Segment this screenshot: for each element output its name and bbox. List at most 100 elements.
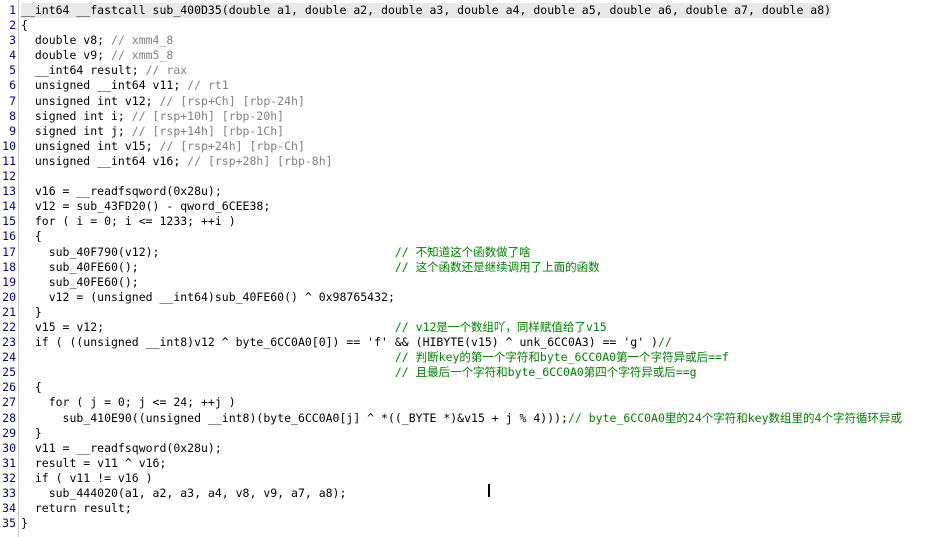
code-line[interactable]: 18 sub_40FE60(); // 这个函数还是继续调用了上面的函数 (0, 260, 942, 275)
line-number: 5 (9, 63, 16, 78)
code-comment: // 这个函数还是继续调用了上面的函数 (394, 259, 600, 274)
code-line[interactable]: 10 unsigned int v15; // [rsp+24h] [rbp-C… (0, 139, 942, 154)
code-comment: // rt1 (187, 78, 229, 93)
line-number: 12 (2, 169, 16, 184)
code-text[interactable]: sub_40FE60(); // 这个函数还是继续调用了上面的函数 (21, 260, 600, 275)
line-number: 7 (9, 93, 16, 108)
code-text[interactable]: return result; (21, 501, 132, 516)
code-text[interactable]: // 判断key的第一个字符和byte_6CC0A0第一个字符异或后==f (21, 350, 729, 365)
line-number: 13 (2, 184, 16, 199)
code-line[interactable]: 30 v11 = __readfsqword(0x28u); (0, 441, 942, 456)
code-text[interactable]: unsigned __int64 v11; // rt1 (21, 78, 229, 93)
code-line[interactable]: 13 v16 = __readfsqword(0x28u); (0, 184, 942, 199)
code-text[interactable]: v12 = sub_43FD20() - qword_6CEE38; (21, 199, 270, 214)
line-number: 11 (2, 153, 16, 168)
pseudocode-view[interactable]: 1 __int64 __fastcall sub_400D35(double a1… (0, 0, 942, 537)
code-line[interactable]: 3 double v8; // xmm4_8 (0, 33, 942, 48)
code-text[interactable]: signed int j; // [rsp+14h] [rbp-1Ch] (21, 124, 284, 139)
code-line[interactable]: 11 unsigned __int64 v16; // [rsp+28h] [r… (0, 154, 942, 169)
code-line[interactable]: 23 if ( ((unsigned __int8)v12 ^ byte_6CC… (0, 335, 942, 350)
code-line[interactable]: 12 (0, 169, 942, 184)
code-text[interactable]: v15 = v12; // v12是一个数组吖，同样赋值给了v15 (21, 320, 607, 335)
code-text[interactable]: for ( i = 0; i <= 1233; ++i ) (21, 214, 236, 229)
code-line[interactable]: 4 double v9; // xmm5_8 (0, 48, 942, 63)
line-number: 32 (2, 470, 16, 485)
line-number: 29 (2, 425, 16, 440)
line-number: 8 (9, 108, 16, 123)
code-line[interactable]: 20 v12 = (unsigned __int64)sub_40FE60() … (0, 290, 942, 305)
code-line[interactable]: 34 return result; (0, 501, 942, 516)
code-line[interactable]: 26 { (0, 380, 942, 395)
code-line[interactable]: 33 sub_444020(a1, a2, a3, a4, v8, v9, a7… (0, 486, 942, 501)
code-line[interactable]: 24 // 判断key的第一个字符和byte_6CC0A0第一个字符异或后==f (0, 350, 942, 365)
code-line[interactable]: 2{ (0, 18, 942, 33)
line-number: 10 (2, 138, 16, 153)
code-text[interactable]: if ( ((unsigned __int8)v12 ^ byte_6CC0A0… (21, 335, 672, 350)
code-text[interactable]: sub_40FE60(); (21, 275, 139, 290)
code-line[interactable]: 27 for ( j = 0; j <= 24; ++j ) (0, 395, 942, 410)
code-line[interactable]: 8 signed int i; // [rsp+10h] [rbp-20h] (0, 109, 942, 124)
code-text[interactable]: { (21, 229, 42, 244)
line-number: 35 (2, 516, 16, 531)
code-text[interactable]: for ( j = 0; j <= 24; ++j ) (21, 395, 236, 410)
code-text[interactable]: double v9; // xmm5_8 (21, 48, 173, 63)
code-comment: // (657, 335, 672, 350)
code-text[interactable]: sub_410E90((unsigned __int8)(byte_6CC0A0… (21, 411, 902, 426)
code-text[interactable]: { (21, 18, 28, 33)
code-text[interactable]: v12 = (unsigned __int64)sub_40FE60() ^ 0… (21, 290, 395, 305)
code-text[interactable]: } (21, 305, 42, 320)
code-comment: // xmm5_8 (111, 48, 174, 63)
code-text[interactable]: } (21, 426, 42, 441)
code-text[interactable]: unsigned __int64 v16; // [rsp+28h] [rbp-… (21, 154, 333, 169)
line-number: 31 (2, 455, 16, 470)
line-number: 9 (9, 123, 16, 138)
code-comment: // 且最后一个字符和byte_6CC0A0第四个字符异或后==g (394, 365, 697, 380)
line-number: 30 (2, 440, 16, 455)
code-line[interactable]: 28 sub_410E90((unsigned __int8)(byte_6CC… (0, 411, 942, 426)
code-line[interactable]: 1 __int64 __fastcall sub_400D35(double a1… (0, 3, 942, 19)
code-text[interactable]: __int64 result; // rax (21, 63, 187, 78)
code-line[interactable]: 22 v15 = v12; // v12是一个数组吖，同样赋值给了v15 (0, 320, 942, 335)
line-number: 18 (2, 259, 16, 274)
code-line[interactable]: 7 unsigned int v12; // [rsp+Ch] [rbp-24h… (0, 94, 942, 109)
code-line[interactable]: 31 result = v11 ^ v16; (0, 456, 942, 471)
code-line[interactable]: 35} (0, 516, 942, 531)
line-number: 20 (2, 289, 16, 304)
code-text[interactable]: if ( v11 != v16 ) (21, 471, 153, 486)
line-number: 19 (2, 274, 16, 289)
code-text[interactable]: signed int i; // [rsp+10h] [rbp-20h] (21, 109, 284, 124)
code-line[interactable]: 25 // 且最后一个字符和byte_6CC0A0第四个字符异或后==g (0, 365, 942, 380)
code-line[interactable]: 19 sub_40FE60(); (0, 275, 942, 290)
line-number: 16 (2, 229, 16, 244)
code-text[interactable]: unsigned int v12; // [rsp+Ch] [rbp-24h] (21, 94, 305, 109)
code-comment: // 判断key的第一个字符和byte_6CC0A0第一个字符异或后==f (394, 350, 729, 365)
code-text[interactable]: // 且最后一个字符和byte_6CC0A0第四个字符异或后==g (21, 365, 697, 380)
code-line[interactable]: 17 sub_40F790(v12); // 不知道这个函数做了啥 (0, 245, 942, 260)
code-line[interactable]: 5 __int64 result; // rax (0, 63, 942, 78)
code-line[interactable]: 9 signed int j; // [rsp+14h] [rbp-1Ch] (0, 124, 942, 139)
code-text[interactable]: sub_40F790(v12); // 不知道这个函数做了啥 (21, 245, 531, 260)
code-text[interactable]: unsigned int v15; // [rsp+24h] [rbp-Ch] (21, 139, 305, 154)
code-lines[interactable]: 1 __int64 __fastcall sub_400D35(double a1… (0, 3, 942, 531)
line-number: 22 (2, 319, 16, 334)
code-text[interactable]: } (21, 516, 28, 531)
code-line[interactable]: 15 for ( i = 0; i <= 1233; ++i ) (0, 214, 942, 229)
code-line[interactable]: 21 } (0, 305, 942, 320)
line-number: 27 (2, 395, 16, 410)
code-comment: // xmm4_8 (111, 33, 174, 48)
code-line[interactable]: 6 unsigned __int64 v11; // rt1 (0, 78, 942, 93)
code-text[interactable]: v11 = __readfsqword(0x28u); (21, 441, 222, 456)
code-line[interactable]: 14 v12 = sub_43FD20() - qword_6CEE38; (0, 199, 942, 214)
code-text[interactable]: sub_444020(a1, a2, a3, a4, v8, v9, a7, a… (21, 486, 347, 501)
code-line[interactable]: 32 if ( v11 != v16 ) (0, 471, 942, 486)
code-text[interactable]: result = v11 ^ v16; (21, 456, 167, 471)
code-text[interactable]: __int64 __fastcall sub_400D35(double a1,… (21, 3, 832, 19)
code-line[interactable]: 29 } (0, 426, 942, 441)
line-number: 2 (9, 18, 16, 33)
line-number: 15 (2, 214, 16, 229)
code-line[interactable]: 16 { (0, 229, 942, 244)
code-text[interactable]: { (21, 380, 42, 395)
code-text[interactable]: double v8; // xmm4_8 (21, 33, 173, 48)
line-number: 26 (2, 380, 16, 395)
code-text[interactable]: v16 = __readfsqword(0x28u); (21, 184, 222, 199)
